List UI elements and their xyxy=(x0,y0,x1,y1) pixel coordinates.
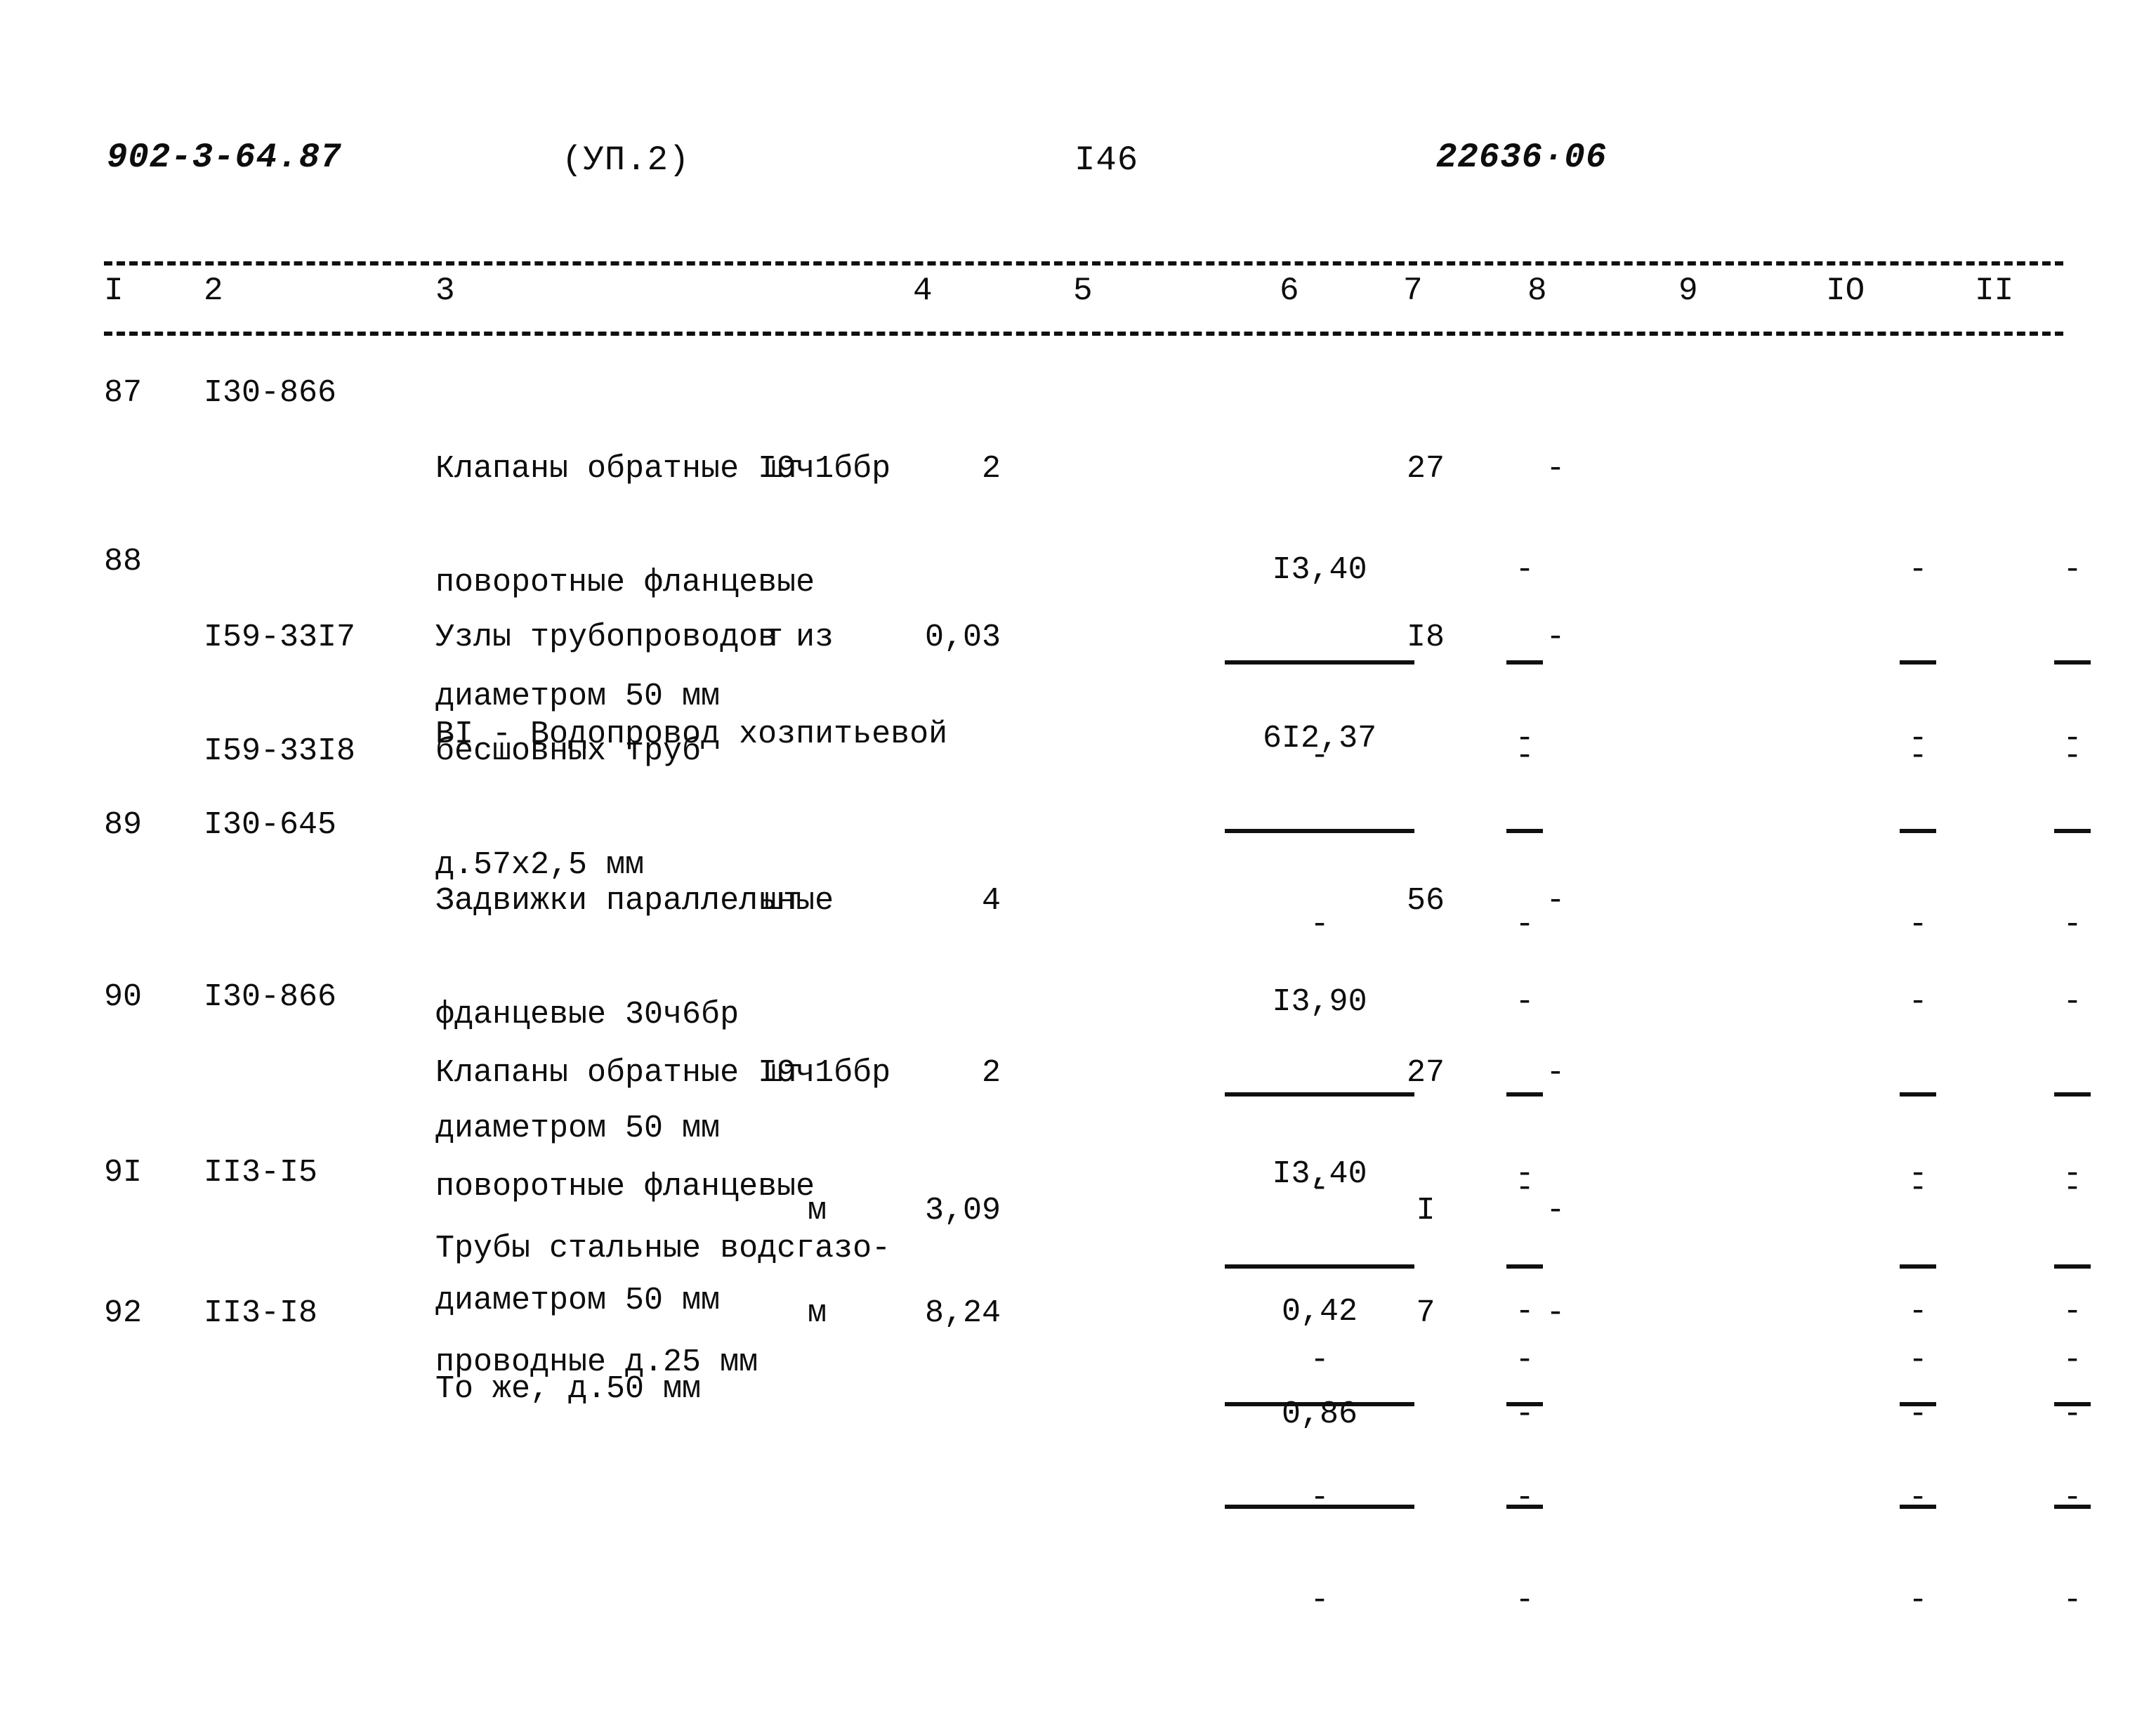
column-number-10: IO xyxy=(1826,273,1865,309)
row-code: I30-645 xyxy=(204,807,337,843)
row-col7: 27 xyxy=(1406,451,1445,487)
row-code: I30-866 xyxy=(204,375,337,411)
row-unit: шт xyxy=(764,1055,803,1091)
table-rule-top xyxy=(104,261,2063,266)
column-number-7: 7 xyxy=(1403,273,1423,309)
row-quantity: 4 xyxy=(981,883,1001,919)
table-body: 87 I30-866 Клапаны обратные I9ч1ббр пово… xyxy=(0,355,2156,1618)
part-label: (УП.2) xyxy=(562,140,690,180)
row-col8: - xyxy=(1546,1295,1565,1331)
row-col8: - xyxy=(1546,883,1565,919)
row-col9: - - xyxy=(1671,1289,1937,1728)
description-line-1: Трубы стальные водсгазо- xyxy=(435,1231,891,1266)
col6-denominator: - xyxy=(1515,1583,1534,1618)
table-row: 9I II3-I5 Трубы стальные водсгазо- прово… xyxy=(0,1141,2156,1516)
row-col11: - - xyxy=(1973,1289,2058,1728)
row-unit: шт xyxy=(764,451,803,487)
row-col8: - xyxy=(1546,1055,1565,1091)
row-col7: 56 xyxy=(1406,883,1445,919)
document-number: 22636·06 xyxy=(1436,138,1608,177)
row-quantity: 3,09 xyxy=(924,1193,1001,1229)
table-row: 92 II3-I8 То же, д.50 мм м 8,24 0,86 - -… xyxy=(0,1282,2156,1618)
row-col7: I xyxy=(1416,1193,1435,1229)
col11-numerator: - xyxy=(2125,1397,2156,1432)
row-unit: шт xyxy=(764,883,803,919)
row-code: I30-866 xyxy=(204,979,337,1015)
section-heading: BI - Водопровод хозпитьевой xyxy=(435,716,948,752)
table-row: 87 I30-866 Клапаны обратные I9ч1ббр пово… xyxy=(0,355,2156,774)
table-section-row: BI - Водопровод хозпитьевой xyxy=(0,709,2156,794)
column-number-6: 6 xyxy=(1280,273,1299,309)
row-number: 90 xyxy=(104,979,143,1015)
table-row: 88 I59-33I7 I59-33I8 Узлы трубопроводов … xyxy=(0,530,2156,943)
row-col5: 0,86 - xyxy=(1073,1289,1415,1728)
column-number-9: 9 xyxy=(1678,273,1698,309)
column-number-1: I xyxy=(104,273,124,309)
row-code: II3-I5 xyxy=(204,1155,318,1191)
column-number-11: II xyxy=(1975,273,2014,309)
column-number-4: 4 xyxy=(913,273,933,309)
row-col7: 27 xyxy=(1406,1055,1445,1091)
document-page: 902-3-64.87 (УП.2) I46 22636·06 I 2 3 4 … xyxy=(0,0,2156,1618)
table-row: 90 I30-866 Клапаны обратные I9ч1ббр пово… xyxy=(0,966,2156,1378)
col6-fraction-bar xyxy=(1506,1505,1544,1509)
row-code-line-1: I59-33I7 xyxy=(204,620,356,655)
row-number: 92 xyxy=(104,1295,143,1331)
row-col6: - - xyxy=(1278,1289,1544,1728)
row-col8: - xyxy=(1546,451,1565,487)
row-col7: I8 xyxy=(1406,620,1445,655)
series-code: 902-3-64.87 xyxy=(107,138,342,177)
row-col8: - xyxy=(1546,1193,1565,1229)
row-code: II3-I8 xyxy=(204,1295,318,1331)
page-number: I46 xyxy=(1074,140,1139,180)
description-line-1: То же, д.50 мм xyxy=(435,1371,702,1407)
row-col8: - xyxy=(1546,620,1565,655)
col6-numerator: - xyxy=(1515,1396,1534,1432)
row-number: 89 xyxy=(104,807,143,843)
row-unit: м xyxy=(808,1295,827,1331)
col11-denominator: - xyxy=(2125,1583,2156,1618)
row-quantity: 8,24 xyxy=(924,1295,1001,1331)
row-unit: м xyxy=(808,1193,827,1229)
row-quantity: 0,03 xyxy=(924,620,1001,655)
row-number: 87 xyxy=(104,375,143,411)
row-quantity: 2 xyxy=(981,451,1001,487)
column-number-3: 3 xyxy=(435,273,455,309)
row-quantity: 2 xyxy=(981,1055,1001,1091)
column-number-2: 2 xyxy=(204,273,223,309)
col10-fraction-bar xyxy=(2054,1505,2091,1509)
table-rule-bottom xyxy=(104,332,2063,336)
row-col10: - - xyxy=(1826,1289,2091,1728)
row-number: 88 xyxy=(104,544,143,580)
column-number-8: 8 xyxy=(1527,273,1547,309)
row-number: 9I xyxy=(104,1155,143,1191)
column-number-5: 5 xyxy=(1073,273,1093,309)
row-col7: 7 xyxy=(1416,1295,1435,1331)
document-header: 902-3-64.87 (УП.2) I46 22636·06 xyxy=(0,138,2156,187)
row-unit: т xyxy=(764,620,784,655)
column-number-row: I 2 3 4 5 6 7 8 9 IO II xyxy=(0,273,2156,323)
table-row: 89 I30-645 Задвижки параллельные фданцев… xyxy=(0,794,2156,1206)
